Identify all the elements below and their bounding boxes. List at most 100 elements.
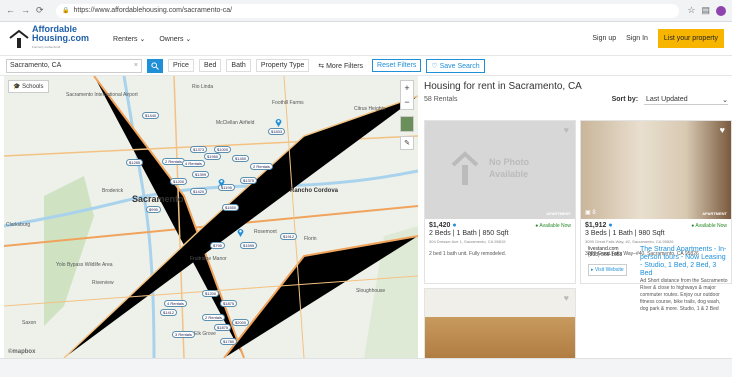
ad-phone[interactable]: (833) 566-1653 xyxy=(588,252,636,258)
verified-icon: ● xyxy=(608,222,613,229)
listing-price: $1,420 xyxy=(429,222,451,229)
availability-badge: ● Available Now xyxy=(535,223,571,229)
clear-search-icon[interactable]: × xyxy=(134,62,138,69)
signup-link[interactable]: Sign up xyxy=(592,35,616,42)
zoom-in-button[interactable]: + xyxy=(401,81,413,95)
map-label: Clarksburg xyxy=(6,222,31,228)
listing-card[interactable]: ♥ xyxy=(424,288,576,359)
favorite-heart-icon[interactable]: ♥ xyxy=(564,293,569,303)
map-price-pin[interactable]: $1373 xyxy=(190,146,208,153)
profile-avatar[interactable] xyxy=(716,5,726,16)
logo-line2: Housing.com xyxy=(32,33,90,43)
favorite-heart-icon[interactable]: ♥ xyxy=(564,125,569,135)
visit-website-button[interactable]: ▸ Visit Website xyxy=(588,264,627,276)
address-bar[interactable]: 🔒 https://www.affordablehousing.com/sacr… xyxy=(56,3,680,18)
property-type-filter[interactable]: Property Type xyxy=(255,59,310,72)
location-search-input[interactable]: Sacramento, CA × xyxy=(6,58,142,73)
favorite-heart-icon[interactable]: ♥ xyxy=(720,125,725,135)
map-price-pin[interactable]: $1412 xyxy=(160,309,178,316)
filter-bar: Sacramento, CA × Price Bed Bath Property… xyxy=(0,56,732,76)
map-label: Yolo Bypass Wildlife Area xyxy=(56,262,113,268)
map-price-pin[interactable]: $1833 xyxy=(268,128,286,135)
listing-image: ♥ xyxy=(425,289,575,359)
map-label: Fruitridge Manor xyxy=(190,256,227,262)
map-price-pin[interactable]: $1912 xyxy=(280,233,298,240)
schools-label: Schools xyxy=(22,84,44,90)
mapbox-attribution[interactable]: ©mapbox xyxy=(8,349,35,355)
nav-owners[interactable]: Owners ⌄ xyxy=(159,35,191,43)
bed-filter[interactable]: Bed xyxy=(198,59,222,72)
map-price-pin[interactable]: $1200 xyxy=(202,290,220,297)
map-label: Sacramento International Airport xyxy=(66,92,138,98)
site-logo[interactable]: Affordable Housing.com Formerly GoSectio… xyxy=(8,25,89,52)
map-label: Foothill Farms xyxy=(272,100,304,106)
map-marker-icon[interactable] xyxy=(275,118,282,127)
sort-label: Sort by: xyxy=(611,96,639,103)
map-price-pin[interactable]: $2000 xyxy=(232,319,250,326)
more-filters-button[interactable]: ⇆ More Filters xyxy=(314,62,367,70)
map-price-pin[interactable]: $995 xyxy=(146,206,161,213)
property-type-tag: APARTMENT xyxy=(546,211,571,216)
listing-card[interactable]: No Photo Available ♥ APARTMENT $1,420 ● ● … xyxy=(424,120,576,284)
map-cluster-pin[interactable]: 2 Rentals xyxy=(250,163,273,170)
bookmark-star-icon[interactable]: ☆ xyxy=(687,5,695,16)
map-cluster-pin[interactable]: 4 Rentals xyxy=(182,160,205,167)
map-price-pin[interactable]: $1420 xyxy=(190,188,208,195)
map-price-pin[interactable]: $1780 xyxy=(220,338,238,345)
map-price-pin[interactable]: $1375 xyxy=(240,177,258,184)
list-property-button[interactable]: List your property xyxy=(657,29,724,48)
map-area[interactable]: 🎓 Schools + − ✎ Sacramento Rancho Cordov… xyxy=(4,76,418,358)
map-cluster-pin[interactable]: 3 Rentals xyxy=(172,331,195,338)
sponsored-ad[interactable]: livestand.com (833) 566-1653 ▸ Visit Web… xyxy=(584,242,732,358)
ad-title[interactable]: The Strand Apartments - In-person tours … xyxy=(640,246,728,278)
house-logo-icon xyxy=(9,29,29,48)
map-price-pin[interactable]: $1950 xyxy=(204,153,222,160)
nav-renters[interactable]: Renters ⌄ xyxy=(113,35,145,43)
reload-icon[interactable]: ⟳ xyxy=(36,5,44,16)
results-count: 58 Rentals xyxy=(424,96,458,103)
search-button[interactable] xyxy=(147,58,163,73)
extensions-icon[interactable]: ▤ xyxy=(701,5,710,16)
satellite-toggle[interactable] xyxy=(400,116,414,132)
map-price-pin[interactable]: $1875 xyxy=(220,300,238,307)
map-price-pin[interactable]: $1200 xyxy=(170,178,188,185)
map-price-pin[interactable]: $1000 xyxy=(214,146,232,153)
map-price-pin[interactable]: $795 xyxy=(210,242,225,249)
browser-toolbar: ← → ⟳ 🔒 https://www.affordablehousing.co… xyxy=(0,0,732,22)
save-search-button[interactable]: ♡ Save Search xyxy=(426,58,485,73)
map-label: Broderick xyxy=(102,188,124,194)
draw-area-button[interactable]: ✎ xyxy=(400,136,414,150)
map-price-pin[interactable]: $1875 xyxy=(214,324,232,331)
map-label: Florin xyxy=(304,236,317,242)
zoom-out-button[interactable]: − xyxy=(401,95,413,109)
house-placeholder-icon xyxy=(451,151,479,185)
map-price-pin[interactable]: $1440 xyxy=(142,112,160,119)
map-cluster-pin[interactable]: 4 Rentals xyxy=(164,300,187,307)
schools-toggle[interactable]: 🎓 Schools xyxy=(8,80,49,93)
map-price-pin[interactable]: $1595 xyxy=(240,242,258,249)
map-label: Rosemont xyxy=(254,229,277,235)
map-price-pin[interactable]: $1450 xyxy=(232,155,250,162)
map-marker-icon[interactable] xyxy=(237,228,244,237)
bath-filter[interactable]: Bath xyxy=(226,59,251,72)
results-title: Housing for rent in Sacramento, CA xyxy=(424,81,582,92)
sort-select[interactable]: Last Updated ⌄ xyxy=(644,95,728,105)
listing-beds-baths: 3 Beds | 1 Bath | 980 Sqft xyxy=(585,230,665,237)
listing-beds-baths: 2 Beds | 1 Bath | 850 Sqft xyxy=(429,230,509,237)
no-photo-placeholder: No Photo Available xyxy=(451,151,529,185)
camera-icon: ▣ xyxy=(585,210,591,216)
back-icon[interactable]: ← xyxy=(6,5,15,16)
forward-icon[interactable]: → xyxy=(21,5,30,16)
map-price-pin[interactable]: $1285 xyxy=(126,159,144,166)
price-filter[interactable]: Price xyxy=(168,59,194,72)
map-marker-icon[interactable] xyxy=(218,178,225,187)
reset-filters-button[interactable]: Reset Filters xyxy=(372,59,422,72)
map-cluster-pin[interactable]: 2 Rentals xyxy=(202,314,225,321)
logo-tagline: Formerly GoSection8 xyxy=(32,45,61,49)
no-photo-text: Available xyxy=(489,169,529,179)
map-label: Riverview xyxy=(92,280,114,286)
signin-link[interactable]: Sign In xyxy=(626,35,648,42)
photo-count: ▣ 8 xyxy=(585,209,596,216)
map-price-pin[interactable]: $1550 xyxy=(222,204,240,211)
map-price-pin[interactable]: $1399 xyxy=(192,171,210,178)
